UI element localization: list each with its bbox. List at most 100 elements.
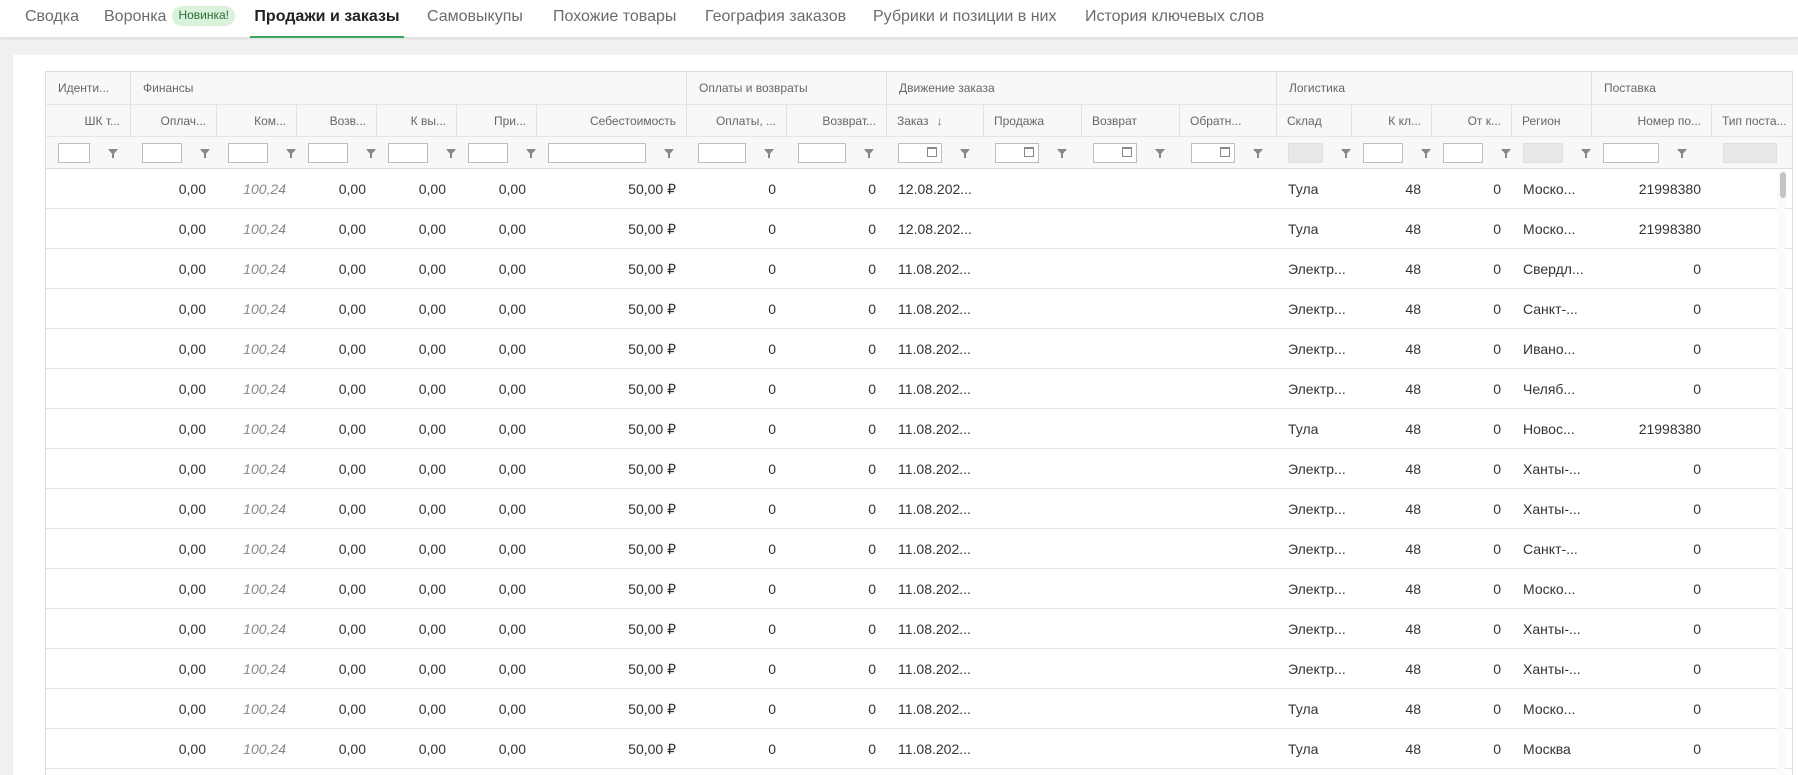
calendar-icon[interactable] [1024, 147, 1034, 157]
filter-funnel-icon[interactable] [764, 149, 774, 158]
column-header[interactable]: Возв... [296, 104, 376, 136]
table-row[interactable]: 0,00 100,24 0,00 0,00 0,00 50,00 ₽ 0 0 11.08.202… [46, 689, 1798, 729]
table-row[interactable]: 0,00 100,24 0,00 0,00 0,00 50,00 ₽ 0 0 11.08.202… [46, 289, 1798, 329]
table-cell [46, 609, 130, 649]
column-header[interactable]: Заказ ↓ [886, 104, 983, 136]
table-row[interactable]: 0,00 100,24 0,00 0,00 0,00 50,00 ₽ 0 0 11.08.202… [46, 649, 1798, 689]
table-row[interactable]: 0,00 100,24 0,00 0,00 0,00 50,00 ₽ 0 0 11.08.202… [46, 489, 1798, 529]
filter-input[interactable] [388, 143, 428, 163]
column-header[interactable]: Себестоимость [536, 104, 686, 136]
filter-funnel-icon[interactable] [286, 149, 296, 158]
filter-funnel-icon[interactable] [1155, 149, 1165, 158]
column-header[interactable]: Склад [1276, 104, 1351, 136]
table-cell: 0 [868, 221, 876, 237]
calendar-icon[interactable] [1220, 147, 1230, 157]
column-header[interactable]: Ком... [216, 104, 296, 136]
column-header[interactable]: ШК т... [46, 104, 130, 136]
filter-funnel-icon[interactable] [108, 149, 118, 158]
table-cell [983, 489, 1081, 529]
vertical-scrollbar-thumb[interactable] [1780, 172, 1786, 198]
tab-1[interactable]: Воронка Новинка! [104, 0, 236, 38]
filter-input[interactable] [548, 143, 646, 163]
column-header[interactable]: К вы... [376, 104, 456, 136]
date-filter-input[interactable] [1191, 143, 1235, 163]
filter-input[interactable] [1603, 143, 1659, 163]
column-header[interactable]: К кл... [1351, 104, 1431, 136]
filter-funnel-icon[interactable] [526, 149, 536, 158]
column-header[interactable]: Продажа [983, 104, 1081, 136]
table-cell: 100,24 [243, 621, 286, 637]
table-cell: Тула [1288, 741, 1319, 757]
filter-input[interactable] [308, 143, 348, 163]
date-filter-input[interactable] [1093, 143, 1137, 163]
filter-cell [376, 136, 456, 169]
table-cell: 0 [1493, 301, 1501, 317]
calendar-icon[interactable] [927, 147, 937, 157]
filter-input[interactable] [1363, 143, 1403, 163]
sort-desc-icon[interactable]: ↓ [936, 114, 942, 128]
table-row[interactable]: 0,00 100,24 0,00 0,00 0,00 50,00 ₽ 0 0 11.08.202… [46, 609, 1798, 649]
tab-6[interactable]: Рубрики и позиции в них [873, 0, 1056, 38]
column-header[interactable]: При... [456, 104, 536, 136]
column-header[interactable]: От к... [1431, 104, 1511, 136]
date-filter-input[interactable] [995, 143, 1039, 163]
tab-4[interactable]: Похожие товары [553, 0, 676, 38]
column-header[interactable]: Тип поста... [1711, 104, 1798, 136]
filter-funnel-icon[interactable] [446, 149, 456, 158]
filter-funnel-icon[interactable] [1341, 149, 1351, 158]
filter-funnel-icon[interactable] [1421, 149, 1431, 158]
table-row[interactable]: 0,00 100,24 0,00 0,00 0,00 50,00 ₽ 0 0 12.08.202… [46, 209, 1798, 249]
filter-input[interactable] [798, 143, 846, 163]
table-row[interactable]: 0,00 100,24 0,00 0,00 0,00 50,00 ₽ 0 0 11.08.202… [46, 329, 1798, 369]
table-row[interactable]: 0,00 100,24 0,00 0,00 0,00 50,00 ₽ 0 0 11.08.202… [46, 529, 1798, 569]
table-cell: 0,00 [178, 701, 206, 717]
tab-0[interactable]: Сводка [25, 0, 79, 38]
table-cell: 0,00 [178, 541, 206, 557]
column-header-label: К кл... [1388, 114, 1421, 128]
filter-funnel-icon[interactable] [1057, 149, 1067, 158]
table-row[interactable]: 0,00 100,24 0,00 0,00 0,00 50,00 ₽ 0 0 11.08.202… [46, 369, 1798, 409]
column-header[interactable]: Возврат [1081, 104, 1179, 136]
table-row[interactable]: 0,00 100,24 0,00 0,00 0,00 50,00 ₽ 0 0 11.08.202… [46, 249, 1798, 289]
calendar-icon[interactable] [1122, 147, 1132, 157]
table-cell: 48 [1405, 341, 1421, 357]
table-row[interactable]: 0,00 100,24 0,00 0,00 0,00 50,00 ₽ 0 0 11.08.202… [46, 409, 1798, 449]
tab-7[interactable]: История ключевых слов [1085, 0, 1264, 38]
table-row[interactable]: 0,00 100,24 0,00 0,00 0,00 50,00 ₽ 0 0 11.08.202… [46, 729, 1798, 769]
filter-funnel-icon[interactable] [1501, 149, 1511, 158]
column-header[interactable]: Оплаты, ... [686, 104, 786, 136]
filter-input[interactable] [698, 143, 746, 163]
filter-funnel-icon[interactable] [1677, 149, 1687, 158]
table-cell: Моско... [1523, 221, 1576, 237]
filter-input[interactable] [228, 143, 268, 163]
table-cell: 0,00 [498, 661, 526, 677]
table-cell: 11.08.202... [898, 261, 971, 277]
column-header[interactable]: Возврат... [786, 104, 886, 136]
filter-input[interactable] [58, 143, 90, 163]
table-row[interactable]: 0,00 100,24 0,00 0,00 0,00 50,00 ₽ 0 0 12.08.202… [46, 169, 1798, 209]
filter-funnel-icon[interactable] [864, 149, 874, 158]
date-filter-input[interactable] [898, 143, 942, 163]
tab-5[interactable]: География заказов [705, 0, 846, 38]
column-header[interactable]: Регион [1511, 104, 1591, 136]
filter-funnel-icon[interactable] [1581, 149, 1591, 158]
tab-3[interactable]: Самовыкупы [427, 0, 523, 38]
table-cell [1179, 489, 1276, 529]
tab-2[interactable]: Продажи и заказы [250, 0, 404, 38]
filter-input[interactable] [142, 143, 182, 163]
filter-funnel-icon[interactable] [200, 149, 210, 158]
filter-funnel-icon[interactable] [1253, 149, 1263, 158]
vertical-scrollbar-track[interactable] [1777, 170, 1785, 775]
filter-input[interactable] [1443, 143, 1483, 163]
filter-funnel-icon[interactable] [960, 149, 970, 158]
filter-funnel-icon[interactable] [664, 149, 674, 158]
column-header[interactable]: Номер по... [1591, 104, 1711, 136]
filter-funnel-icon[interactable] [366, 149, 376, 158]
table-cell: 100,24 [243, 501, 286, 517]
table-row[interactable]: 0,00 100,24 0,00 0,00 0,00 50,00 ₽ 0 0 11.08.202… [46, 449, 1798, 489]
column-header[interactable]: Оплач... [130, 104, 216, 136]
table-row[interactable]: 0,00 100,24 0,00 0,00 0,00 50,00 ₽ 0 0 11.08.202… [46, 569, 1798, 609]
table-cell: 48 [1405, 701, 1421, 717]
filter-input[interactable] [468, 143, 508, 163]
column-header[interactable]: Обратн... [1179, 104, 1276, 136]
